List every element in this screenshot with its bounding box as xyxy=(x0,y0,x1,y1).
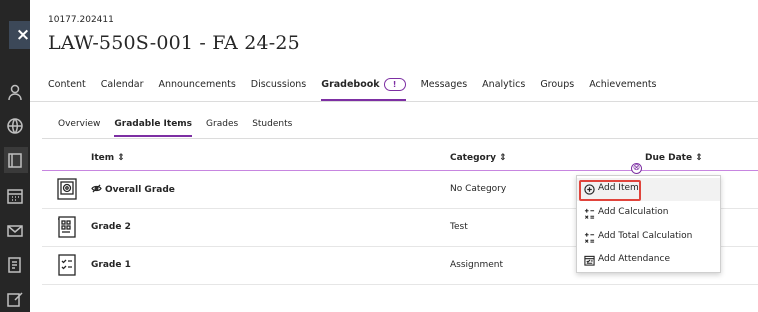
tab-achievements[interactable]: Achievements xyxy=(589,78,656,96)
item-category: Assignment xyxy=(450,260,503,270)
mail-icon[interactable] xyxy=(6,222,24,240)
tab-gradebook-label: Gradebook xyxy=(321,79,380,90)
menu-item-label: Add Attendance xyxy=(598,254,670,264)
tab-discussions[interactable]: Discussions xyxy=(251,78,306,96)
globe-icon[interactable] xyxy=(6,117,24,135)
tab-groups[interactable]: Groups xyxy=(540,78,574,96)
tab-gradable-items[interactable]: Gradable Items xyxy=(114,118,192,137)
column-header-item[interactable]: Item ⇕ xyxy=(91,153,125,163)
overall-grade-icon xyxy=(56,177,78,201)
row-divider xyxy=(42,284,758,285)
person-icon[interactable] xyxy=(6,83,24,101)
tab-messages[interactable]: Messages xyxy=(421,78,468,96)
assignment-icon xyxy=(56,253,78,277)
column-header-category[interactable]: Category ⇕ xyxy=(450,153,507,163)
menu-item-label: Add Total Calculation xyxy=(598,231,693,241)
tab-analytics[interactable]: Analytics xyxy=(482,78,525,96)
edit-icon[interactable] xyxy=(6,290,24,308)
menu-item-add-total-calculation[interactable]: Add Total Calculation xyxy=(577,226,720,249)
column-header-due-date[interactable]: Due Date ⇕ xyxy=(645,153,703,163)
tab-grades[interactable]: Grades xyxy=(206,118,238,130)
calculator-icon xyxy=(584,208,595,219)
calculator-icon xyxy=(584,232,595,243)
menu-item-add-calculation[interactable]: Add Calculation xyxy=(577,202,720,225)
tab-gradebook[interactable]: Gradebook! xyxy=(321,78,406,101)
course-id: 10177.202411 xyxy=(48,15,114,25)
alert-badge: ! xyxy=(383,78,406,91)
tab-content[interactable]: Content xyxy=(48,78,86,96)
item-category: Test xyxy=(450,222,468,232)
tab-announcements[interactable]: Announcements xyxy=(159,78,236,96)
grades-icon[interactable] xyxy=(6,256,24,274)
menu-item-label: Add Calculation xyxy=(598,207,669,217)
tab-overview[interactable]: Overview xyxy=(58,118,100,130)
course-nav: Content Calendar Announcements Discussio… xyxy=(48,78,672,101)
menu-item-add-item[interactable]: Add Item xyxy=(577,178,720,201)
item-category: No Category xyxy=(450,184,507,194)
item-name[interactable]: Overall Grade xyxy=(91,184,175,195)
courses-icon[interactable] xyxy=(6,151,24,169)
page-title: LAW-550S-001 - FA 24-25 xyxy=(48,32,300,54)
highlight-box xyxy=(579,180,641,201)
gradebook-subnav: Overview Gradable Items Grades Students xyxy=(58,118,306,137)
item-name[interactable]: Grade 2 xyxy=(91,222,131,232)
calendar-icon[interactable] xyxy=(6,187,24,205)
item-name-label: Overall Grade xyxy=(105,185,175,195)
divider xyxy=(42,138,758,139)
menu-item-add-attendance[interactable]: Add Attendance xyxy=(577,249,720,272)
tab-calendar[interactable]: Calendar xyxy=(101,78,144,96)
course-panel: 10177.202411 LAW-550S-001 - FA 24-25 Con… xyxy=(30,0,758,312)
attendance-icon xyxy=(584,255,595,266)
tab-students[interactable]: Students xyxy=(252,118,292,130)
test-icon xyxy=(56,215,78,239)
hidden-eye-icon xyxy=(91,184,102,193)
item-name[interactable]: Grade 1 xyxy=(91,260,131,270)
divider xyxy=(30,101,758,102)
add-content-menu: Add Item Add Calculation Add Total Calcu… xyxy=(576,175,721,273)
